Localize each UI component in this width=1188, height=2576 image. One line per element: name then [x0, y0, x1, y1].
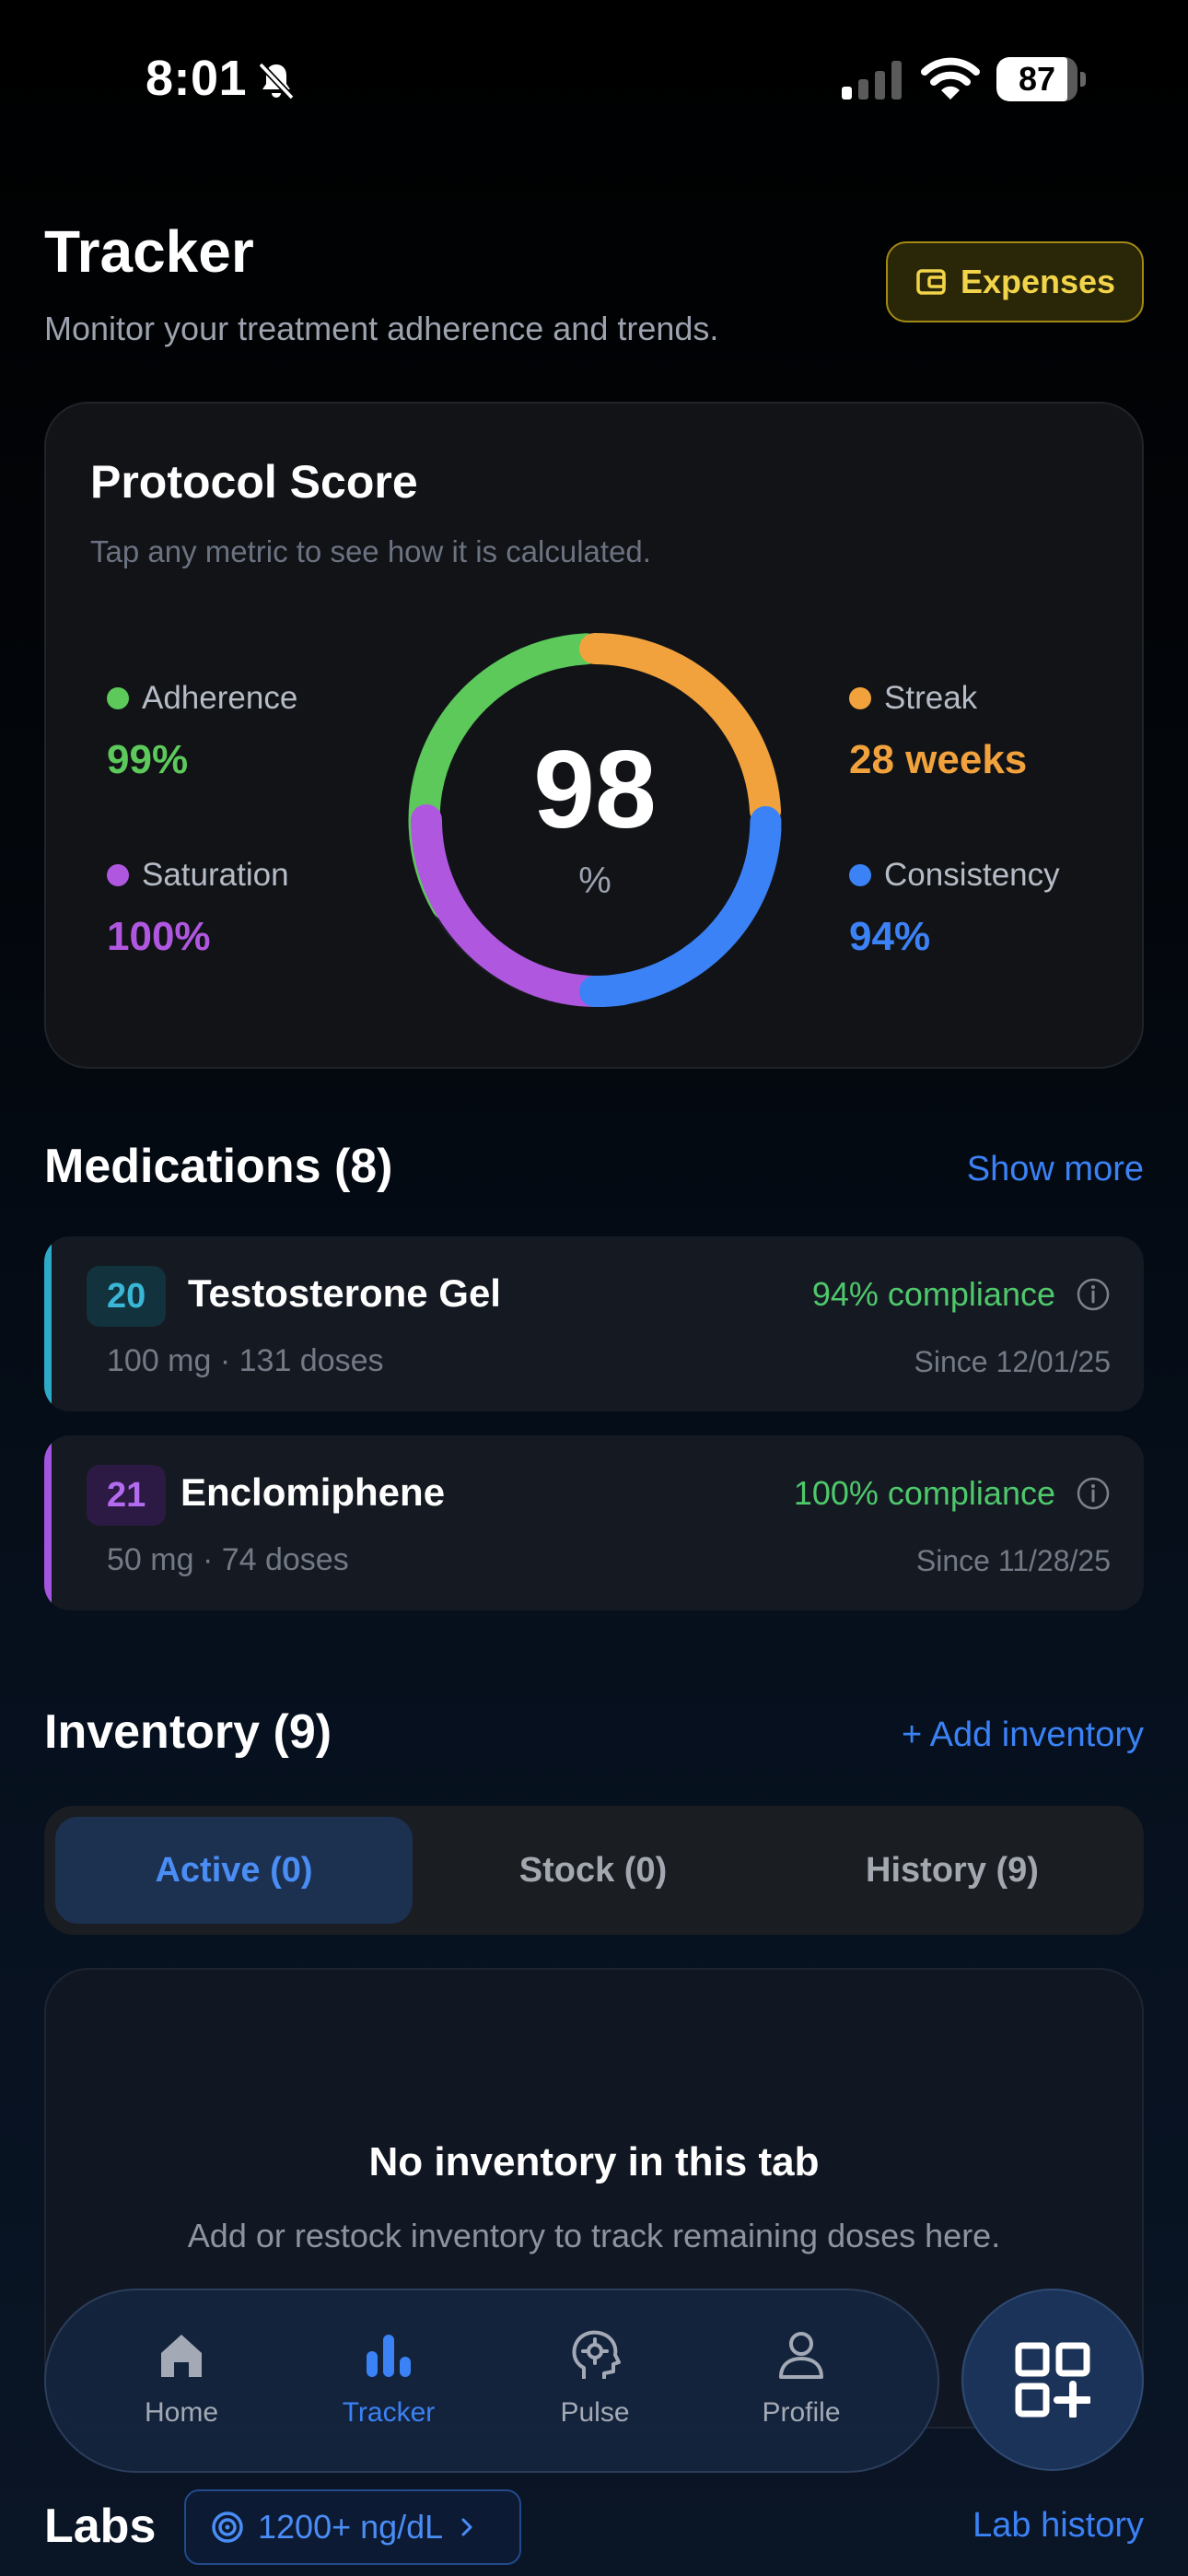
protocol-score-value: 98: [533, 728, 657, 851]
cellular-signal-icon: [842, 61, 902, 100]
battery-percent: 87: [1018, 60, 1056, 98]
expenses-button[interactable]: Expenses: [886, 241, 1144, 322]
protocol-score-title: Protocol Score: [90, 456, 418, 508]
home-icon: [161, 2335, 202, 2377]
metric-label: Consistency: [884, 857, 1060, 893]
nav-profile[interactable]: Profile: [709, 2325, 893, 2429]
metric-label: Streak: [884, 680, 978, 716]
protocol-score-hint: Tap any metric to see how it is calculat…: [90, 534, 651, 568]
labs-range-chip[interactable]: 1200+ ng/dL: [184, 2489, 521, 2565]
ring-segment-consistency: [598, 814, 782, 1006]
nav-tracker[interactable]: Tracker: [297, 2325, 481, 2429]
inventory-title: Inventory (9): [44, 1705, 332, 1759]
metric-value: 28 weeks: [849, 737, 1028, 782]
protocol-score-unit: %: [578, 861, 611, 901]
wifi-icon: [921, 57, 980, 100]
bar-chart-icon: [367, 2335, 411, 2377]
adherence-dot: [107, 687, 129, 709]
medication-compliance: 94% compliance: [811, 1275, 1055, 1313]
metric-value: 99%: [107, 737, 189, 782]
medication-detail: 100 mg · 131 doses: [107, 1343, 384, 1378]
metric-value: 94%: [849, 914, 931, 959]
person-icon: [779, 2332, 823, 2379]
nav-label: Tracker: [342, 2397, 436, 2428]
metric-consistency[interactable]: Consistency 94%: [849, 857, 1060, 960]
medication-badge: 20: [87, 1266, 167, 1327]
metric-label: Adherence: [142, 680, 298, 716]
medication-card-enclomiphene[interactable]: 21 Enclomiphene 100% compliance 50 mg · …: [44, 1435, 1144, 1610]
metric-saturation[interactable]: Saturation 100%: [107, 857, 289, 960]
lab-history-link[interactable]: Lab history: [973, 2506, 1144, 2546]
medication-since: Since 12/01/25: [914, 1345, 1112, 1378]
status-time: 8:01: [146, 51, 248, 106]
medication-badge: 21: [87, 1465, 167, 1526]
chevron-right-icon: [461, 2518, 472, 2536]
info-icon[interactable]: [1076, 1476, 1111, 1511]
show-more-link[interactable]: Show more: [967, 1150, 1144, 1189]
medications-title: Medications (8): [44, 1140, 393, 1193]
info-icon[interactable]: [1076, 1277, 1111, 1312]
wallet-icon: [916, 269, 946, 295]
qr-add-icon: [1015, 2342, 1090, 2418]
medication-compliance: 100% compliance: [793, 1474, 1055, 1512]
consistency-dot: [849, 864, 871, 886]
battery-indicator: 87: [996, 57, 1086, 101]
nav-label: Home: [144, 2397, 219, 2428]
medication-card-testosterone-gel[interactable]: 20 Testosterone Gel 94% compliance 100 m…: [44, 1236, 1144, 1411]
tab-active[interactable]: Active (0): [55, 1817, 413, 1924]
page-title: Tracker: [44, 218, 254, 285]
qr-add-button[interactable]: [961, 2289, 1144, 2471]
labs-title: Labs: [44, 2500, 157, 2553]
head-gear-icon: [572, 2330, 621, 2379]
tab-history[interactable]: History (9): [774, 1817, 1131, 1924]
metric-value: 100%: [107, 914, 211, 959]
bell-muted-icon: [258, 62, 295, 100]
saturation-dot: [107, 864, 129, 886]
medication-accent: [44, 1236, 52, 1411]
medication-accent: [44, 1435, 52, 1610]
inventory-tabs: Active (0) Stock (0) History (9): [44, 1806, 1144, 1935]
labs-chip-label: 1200+ ng/dL: [258, 2508, 444, 2546]
medication-detail: 50 mg · 74 doses: [107, 1542, 349, 1577]
page-subtitle: Monitor your treatment adherence and tre…: [44, 310, 719, 347]
medication-name: Testosterone Gel: [188, 1271, 501, 1315]
empty-state-description: Add or restock inventory to track remain…: [187, 2217, 1001, 2254]
expenses-label: Expenses: [960, 263, 1116, 300]
metric-streak[interactable]: Streak 28 weeks: [849, 680, 1027, 783]
nav-home[interactable]: Home: [89, 2325, 274, 2429]
nav-label: Pulse: [560, 2397, 630, 2428]
tab-stock[interactable]: Stock (0): [414, 1817, 772, 1924]
metric-adherence[interactable]: Adherence 99%: [107, 680, 297, 783]
empty-state-title: No inventory in this tab: [368, 2139, 820, 2184]
metric-label: Saturation: [142, 857, 289, 893]
add-inventory-link[interactable]: + Add inventory: [902, 1715, 1144, 1755]
streak-dot: [849, 687, 871, 709]
medication-name: Enclomiphene: [181, 1470, 446, 1514]
target-icon: [212, 2512, 243, 2543]
nav-pulse[interactable]: Pulse: [503, 2325, 687, 2429]
nav-label: Profile: [762, 2397, 841, 2428]
medication-since: Since 11/28/25: [915, 1544, 1111, 1577]
